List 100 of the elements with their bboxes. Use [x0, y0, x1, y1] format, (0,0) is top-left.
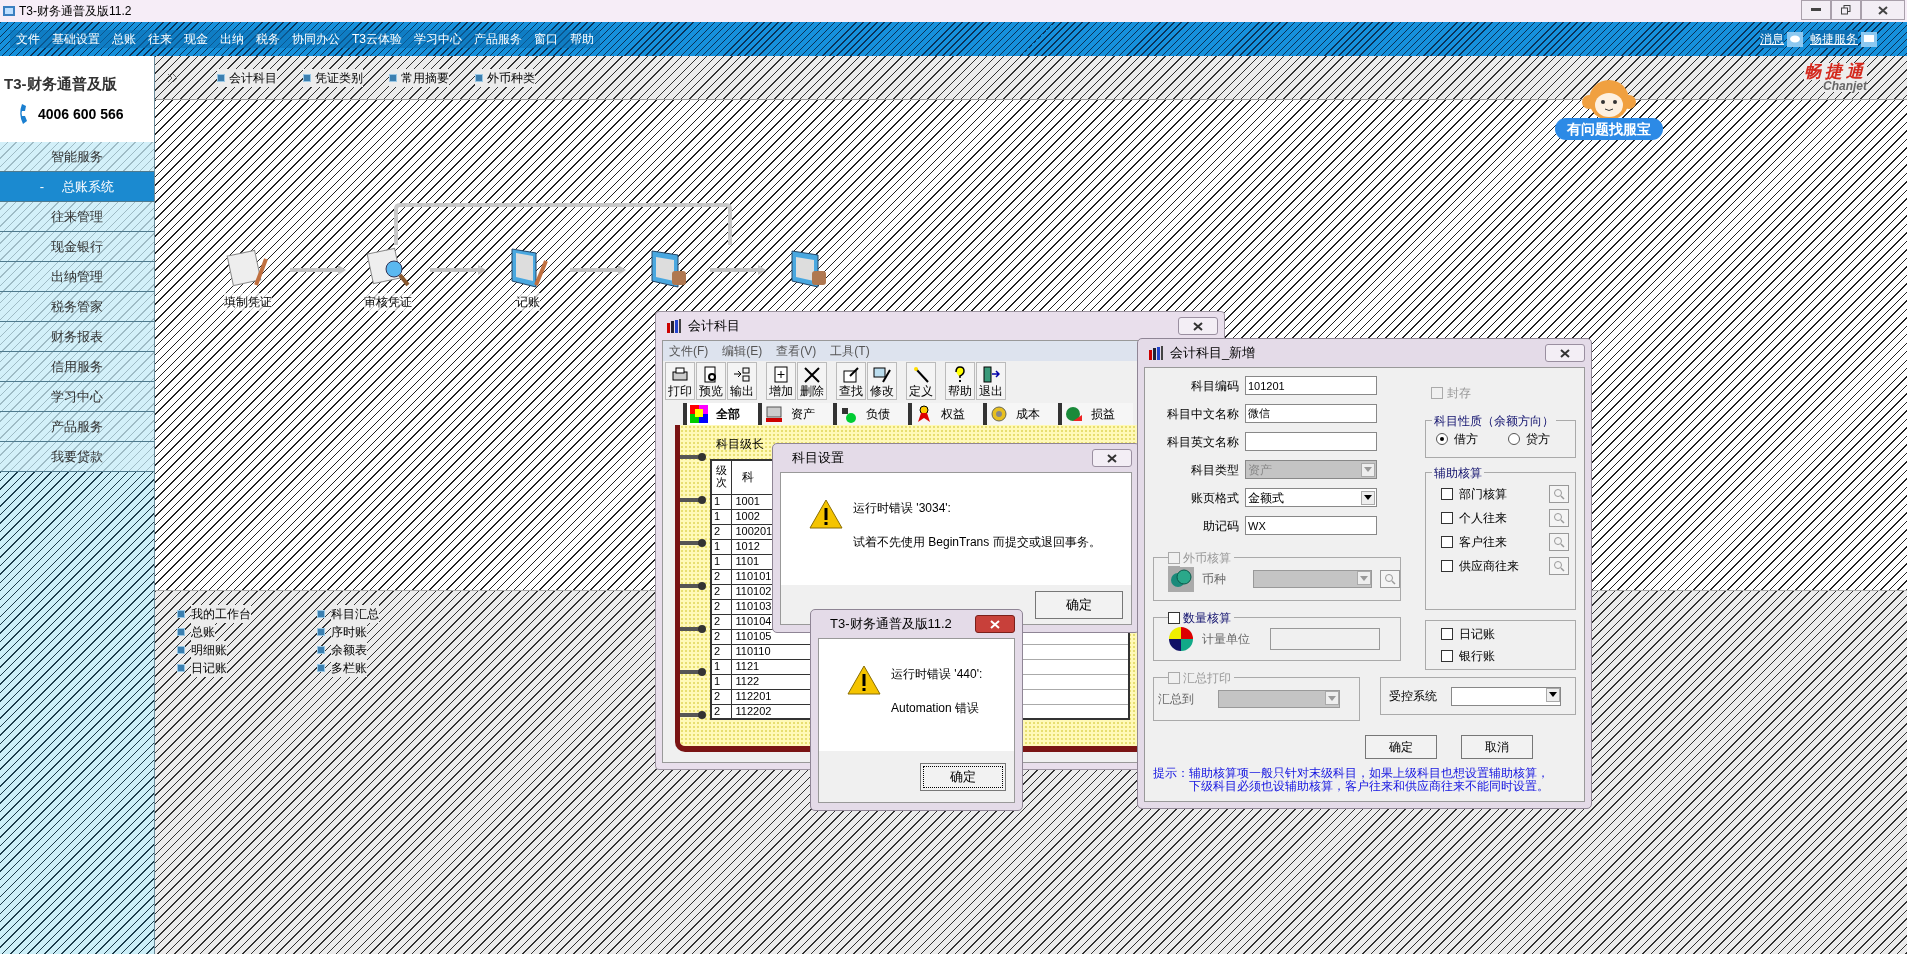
sidebar-item[interactable]: 往来管理 [0, 202, 154, 232]
bottom-link[interactable]: 多栏账 [317, 659, 457, 676]
search-button[interactable] [1380, 570, 1400, 588]
tab[interactable]: 损益 [1058, 403, 1133, 425]
menu-item[interactable]: 帮助 [564, 30, 600, 48]
workflow-step-label[interactable]: 填制凭证 [224, 293, 272, 311]
dropdown[interactable]: 金额式 [1245, 488, 1377, 507]
search-button[interactable] [1549, 509, 1569, 527]
menu-item[interactable]: 编辑(E) [722, 342, 763, 360]
menu-item[interactable]: 文件(F) [669, 342, 709, 360]
toolbar-button[interactable]: 查找 [836, 362, 866, 400]
menu-item[interactable]: 基础设置 [46, 30, 106, 48]
checkbox[interactable] [1441, 512, 1453, 524]
tab[interactable]: 负债 [833, 403, 908, 425]
input-field[interactable] [1245, 432, 1377, 451]
quick-link[interactable]: 常用摘要 [389, 68, 449, 87]
input-field[interactable]: WX [1245, 516, 1377, 535]
checkbox[interactable] [1441, 560, 1453, 572]
sidebar-item[interactable]: 税务管家 [0, 292, 154, 322]
sidebar-item[interactable]: 现金银行 [0, 232, 154, 262]
workflow-step-label[interactable]: 记账 [516, 293, 540, 311]
bottom-link[interactable]: 余额表 [317, 641, 457, 658]
radio-button[interactable] [1436, 433, 1448, 445]
checkbox[interactable] [1441, 650, 1453, 662]
close-button[interactable] [1545, 344, 1585, 362]
radio-button[interactable] [1508, 433, 1520, 445]
close-button[interactable] [1861, 0, 1905, 20]
checkbox[interactable] [1441, 536, 1453, 548]
sidebar-item[interactable]: 出纳管理 [0, 262, 154, 292]
minimize-button[interactable] [1801, 0, 1831, 20]
menu-item[interactable]: 查看(V) [776, 342, 817, 360]
input-field[interactable]: 微信 [1245, 404, 1377, 423]
tab[interactable]: 资产 [758, 403, 833, 425]
quick-link[interactable]: 凭证类别 [303, 68, 363, 87]
menu-item[interactable]: 学习中心 [408, 30, 468, 48]
toolbar-button[interactable]: 输出 [727, 362, 757, 400]
sidebar-item[interactable]: - 总账系统 [0, 172, 154, 202]
close-button[interactable] [1178, 317, 1218, 335]
toolbar-button[interactable]: 打印 [665, 362, 695, 400]
input-field[interactable] [1270, 628, 1380, 650]
close-button[interactable] [975, 615, 1015, 633]
input-field[interactable]: 101201 [1245, 376, 1377, 395]
checkbox[interactable] [1441, 488, 1453, 500]
toolbar-button[interactable]: 定义 [906, 362, 936, 400]
menu-item[interactable]: 文件 [10, 30, 46, 48]
ok-button[interactable]: 确定 [1035, 590, 1123, 619]
toolbar-button[interactable]: 删除 [797, 362, 827, 400]
menu-item[interactable]: 往来 [142, 30, 178, 48]
menu-item[interactable]: 协同办公 [286, 30, 346, 48]
dropdown[interactable] [1451, 686, 1561, 706]
top-link[interactable]: 消息 [1760, 30, 1784, 48]
menu-item[interactable]: 总账 [106, 30, 142, 48]
menu-item[interactable]: 税务 [250, 30, 286, 48]
sidebar-item[interactable]: 学习中心 [0, 382, 154, 412]
bottom-link[interactable]: 序时账 [317, 623, 457, 640]
checkbox-label: 封存 [1447, 385, 1471, 402]
arrow [708, 265, 768, 275]
help-button[interactable]: 有问题找服宝 [1555, 118, 1663, 140]
tab[interactable]: 成本 [983, 403, 1058, 425]
ring-icon [680, 709, 706, 720]
bottom-link[interactable]: 总账 [177, 623, 317, 640]
search-button[interactable] [1549, 533, 1569, 551]
bottom-link[interactable]: 日记账 [177, 659, 317, 676]
table-cell: 2 [711, 524, 731, 539]
restore-button[interactable] [1831, 0, 1861, 20]
menu-item[interactable]: 产品服务 [468, 30, 528, 48]
ok-button[interactable]: 确定 [920, 762, 1006, 791]
sidebar-item[interactable]: 智能服务 [0, 142, 154, 172]
search-button[interactable] [1549, 485, 1569, 503]
menu-item[interactable]: 窗口 [528, 30, 564, 48]
workflow-step-label[interactable]: 审核凭证 [364, 293, 412, 311]
search-button[interactable] [1549, 557, 1569, 575]
bottom-link[interactable]: 我的工作台 [177, 605, 317, 622]
sidebar-item[interactable]: 产品服务 [0, 412, 154, 442]
menu-item[interactable]: 工具(T) [830, 342, 870, 360]
dialog-button[interactable]: 确定 [1365, 735, 1437, 759]
toolbar-button[interactable]: 预览 [696, 362, 726, 400]
sidebar-item[interactable]: 财务报表 [0, 322, 154, 352]
toolbar-button[interactable]: 退出 [976, 362, 1006, 400]
quick-link[interactable]: 会计科目 [217, 68, 277, 87]
sidebar-item[interactable]: 我要贷款 [0, 442, 154, 472]
top-link[interactable]: 畅捷服务 [1810, 30, 1858, 48]
menu-item[interactable]: 现金 [178, 30, 214, 48]
edit-icon [873, 365, 891, 383]
tab[interactable]: 权益 [908, 403, 983, 425]
tab[interactable]: 全部 [683, 403, 758, 425]
toolbar-button[interactable]: 帮助 [945, 362, 975, 400]
sidebar-item[interactable]: 信用服务 [0, 352, 154, 382]
close-button[interactable] [1092, 449, 1132, 467]
toolbar-button[interactable]: 修改 [867, 362, 897, 400]
bottom-link[interactable]: 科目汇总 [317, 605, 457, 622]
menu-item[interactable]: 出纳 [214, 30, 250, 48]
menu-item[interactable]: T3云体验 [346, 30, 408, 48]
phone-number: 4006 600 566 [38, 104, 124, 124]
quick-link[interactable]: 外币种类 [475, 68, 535, 87]
checkbox[interactable] [1168, 612, 1180, 624]
bottom-link[interactable]: 明细账 [177, 641, 317, 658]
checkbox[interactable] [1441, 628, 1453, 640]
dialog-button[interactable]: 取消 [1461, 735, 1533, 759]
toolbar-button[interactable]: 增加 [766, 362, 796, 400]
